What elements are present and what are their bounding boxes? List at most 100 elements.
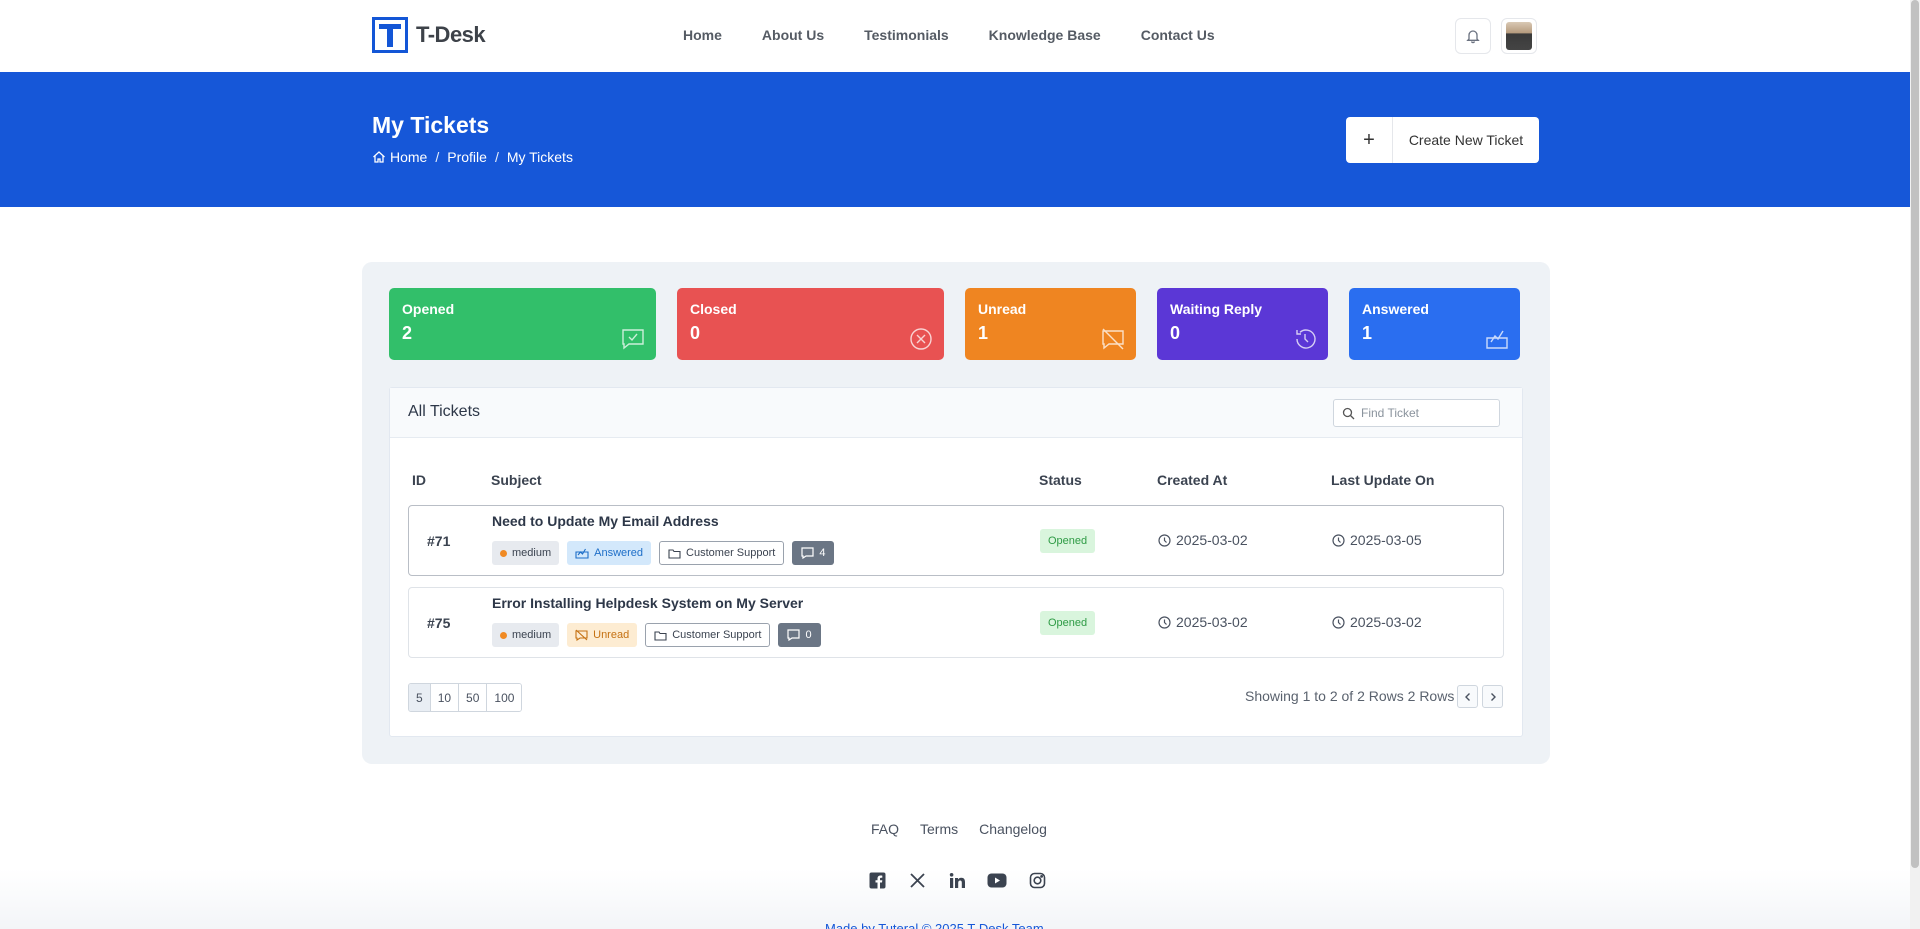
footer-link-terms[interactable]: Terms [920,821,958,837]
updated-at: 2025-03-05 [1332,532,1422,548]
main-nav: Home About Us Testimonials Knowledge Bas… [683,27,1255,43]
table-row[interactable]: #71 Need to Update My Email Address medi… [408,505,1504,576]
comment-icon [787,629,801,641]
avatar-image [1506,22,1532,50]
footer-link-faq[interactable]: FAQ [871,821,899,837]
stat-card-unread[interactable]: Unread 1 [965,288,1136,360]
facebook-icon[interactable] [867,870,887,890]
table-header: ID Subject Status Created At Last Update… [408,472,1504,492]
priority-dot-icon [500,631,507,639]
stat-card-answered[interactable]: Answered 1 [1349,288,1520,360]
ticket-subject[interactable]: Need to Update My Email Address [492,513,719,529]
ticket-id: #71 [427,533,451,549]
bell-icon [1466,30,1480,44]
tickets-title: All Tickets [408,403,481,420]
tickets-card: All Tickets ID Subject Status Created At… [389,387,1523,737]
instagram-icon[interactable] [1027,870,1047,890]
social-links [867,870,1047,890]
ticket-tags: medium Answered Customer Support 4 [492,541,835,565]
priority-label: medium [512,547,552,559]
stat-card-closed[interactable]: Closed 0 [677,288,944,360]
comments-badge: 4 [792,541,835,565]
page-header: My Tickets Home / Profile / My Tickets +… [0,72,1910,207]
category-label: Customer Support [672,629,762,641]
nav-contact-us[interactable]: Contact Us [1141,27,1215,43]
page-size-50[interactable]: 50 [459,684,488,711]
breadcrumb: Home / Profile / My Tickets [372,149,573,165]
stat-label: Answered [1362,301,1429,317]
category-badge[interactable]: Customer Support [645,623,771,647]
priority-dot-icon [500,549,507,557]
stat-label: Unread [978,301,1027,317]
col-id[interactable]: ID [412,472,426,488]
page-title: My Tickets [372,112,490,138]
created-date: 2025-03-02 [1176,532,1248,548]
tickets-panel: Opened 2 Closed 0 Unread 1 Waiting Reply… [362,262,1550,764]
scrollbar-thumb[interactable] [1911,0,1919,868]
youtube-icon[interactable] [987,870,1007,890]
nav-home[interactable]: Home [683,27,722,43]
chat-off-icon [575,629,588,641]
priority-label: medium [512,629,552,641]
page-size-selector: 5 10 50 100 [408,683,523,712]
search-input[interactable] [1361,406,1491,420]
updated-date: 2025-03-05 [1350,532,1422,548]
stat-label: Closed [690,301,737,317]
search-icon [1342,407,1355,419]
col-subject[interactable]: Subject [491,472,542,488]
breadcrumb-home[interactable]: Home [390,149,427,165]
nav-actions [1455,18,1537,54]
ticket-tags: medium Unread Customer Support 0 [492,623,821,647]
x-icon[interactable] [907,870,927,890]
category-badge[interactable]: Customer Support [659,541,785,565]
plus-icon: + [1346,117,1393,163]
stat-label: Opened [402,301,455,317]
col-status[interactable]: Status [1039,472,1082,488]
ticket-subject[interactable]: Error Installing Helpdesk System on My S… [492,595,803,611]
chevron-right-icon [1490,692,1496,701]
nav-testimonials[interactable]: Testimonials [864,27,949,43]
next-page-button[interactable] [1482,685,1503,708]
priority-badge: medium [492,623,560,647]
pagination-info: Showing 1 to 2 of 2 Rows 2 Rows [1245,688,1455,704]
footer-links: FAQ Terms Changelog [871,821,1047,837]
folder-icon [654,630,667,641]
clock-icon [1158,615,1171,629]
copyright: Made by Tuteral © 2025 T-Desk Team [825,921,1044,929]
breadcrumb-profile[interactable]: Profile [447,149,487,165]
tickets-card-header: All Tickets [390,388,1522,438]
page-size-10[interactable]: 10 [430,684,460,711]
state-badge: Answered [567,541,652,565]
chat-check-icon [622,329,644,350]
answered-icon [575,548,589,559]
table-row[interactable]: #75 Error Installing Helpdesk System on … [408,587,1504,658]
page-scrollbar[interactable] [1910,0,1920,929]
nav-knowledge-base[interactable]: Knowledge Base [989,27,1101,43]
col-last-update[interactable]: Last Update On [1331,472,1434,488]
linkedin-icon[interactable] [947,870,967,890]
comments-count: 4 [819,547,826,559]
ticket-search[interactable] [1333,399,1500,427]
stat-value: 0 [690,323,701,343]
ticket-id: #75 [427,615,451,631]
stats-row: Opened 2 Closed 0 Unread 1 Waiting Reply… [389,288,1520,360]
prev-page-button[interactable] [1457,685,1478,708]
priority-badge: medium [492,541,560,565]
page-size-100[interactable]: 100 [487,684,522,711]
footer-link-changelog[interactable]: Changelog [979,821,1047,837]
brand-logo[interactable]: T-Desk [372,17,486,53]
user-avatar[interactable] [1501,18,1537,54]
brand-name: T-Desk [416,22,486,47]
create-ticket-button[interactable]: + Create New Ticket [1346,117,1539,163]
stat-card-waiting-reply[interactable]: Waiting Reply 0 [1157,288,1328,360]
breadcrumb-current: My Tickets [506,149,573,165]
stat-card-opened[interactable]: Opened 2 [389,288,656,360]
stat-value: 2 [402,323,413,343]
notifications-button[interactable] [1455,18,1491,54]
nav-about-us[interactable]: About Us [762,27,824,43]
page-size-5[interactable]: 5 [409,684,431,711]
folder-icon [668,548,681,559]
status-badge: Opened [1040,611,1096,635]
col-created-at[interactable]: Created At [1157,472,1227,488]
history-icon [1296,329,1316,349]
